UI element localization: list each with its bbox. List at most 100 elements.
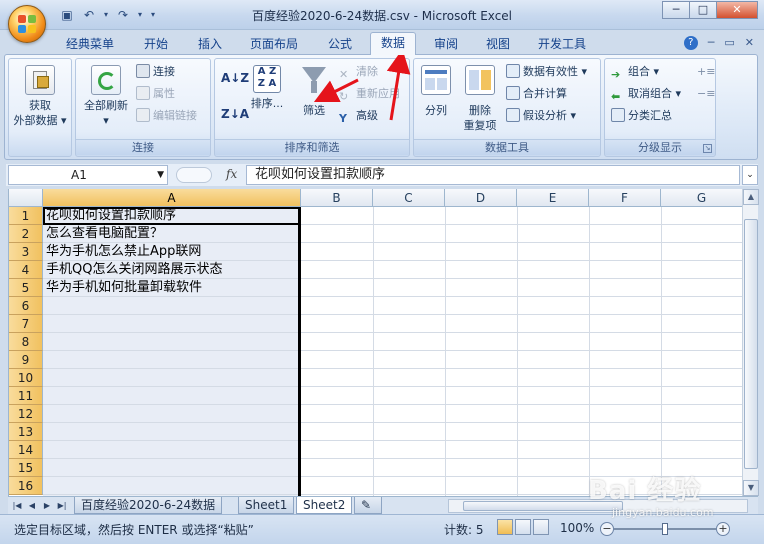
- subtotal-button[interactable]: 分类汇总: [611, 107, 672, 125]
- zoom-slider-knob[interactable]: [662, 523, 668, 535]
- zoom-out-icon[interactable]: −: [600, 522, 614, 536]
- tab-formulas[interactable]: 公式: [318, 34, 362, 54]
- column-header-d[interactable]: D: [445, 189, 517, 207]
- edit-links-button[interactable]: 编辑链接: [136, 107, 197, 125]
- column-header-c[interactable]: C: [373, 189, 445, 207]
- show-detail-icon[interactable]: +≡: [697, 63, 715, 81]
- normal-view-icon[interactable]: [497, 519, 513, 535]
- row-header[interactable]: 14: [9, 441, 43, 459]
- insert-function-icon[interactable]: fx: [226, 167, 237, 181]
- sheet-tab-sheet1[interactable]: Sheet1: [238, 497, 295, 514]
- get-external-data-button[interactable]: 获取 外部数据 ▾: [11, 65, 69, 128]
- formula-bar-splitter[interactable]: [176, 167, 212, 183]
- properties-button[interactable]: 属性: [136, 85, 175, 103]
- zoom-slider[interactable]: − +: [600, 522, 730, 536]
- tab-review[interactable]: 审阅: [424, 34, 468, 54]
- tab-view[interactable]: 视图: [476, 34, 520, 54]
- last-sheet-icon[interactable]: ▶|: [55, 498, 69, 513]
- expand-formula-bar-icon[interactable]: ⌄: [742, 165, 758, 185]
- help-icon[interactable]: ?: [683, 36, 698, 50]
- page-break-view-icon[interactable]: [533, 519, 549, 535]
- cell-a5[interactable]: 华为手机如何批量卸载软件: [46, 279, 202, 297]
- sort-az-icon[interactable]: A↓Z: [221, 69, 249, 87]
- tab-developer[interactable]: 开发工具: [530, 34, 594, 54]
- row-header[interactable]: 5: [9, 279, 43, 297]
- select-all-corner[interactable]: [9, 189, 43, 207]
- row-header[interactable]: 10: [9, 369, 43, 387]
- row-header[interactable]: 2: [9, 225, 43, 243]
- column-header-e[interactable]: E: [517, 189, 589, 207]
- group-button[interactable]: ➔ 组合 ▾: [611, 63, 659, 81]
- reapply-icon: ↻: [339, 90, 349, 103]
- cell-a4[interactable]: 手机QQ怎么关闭网路展示状态: [46, 261, 222, 279]
- sheet-tab-data[interactable]: 百度经验2020-6-24数据: [74, 497, 223, 514]
- vertical-scroll-thumb[interactable]: [744, 219, 758, 469]
- column-header-g[interactable]: G: [661, 189, 742, 207]
- name-box[interactable]: A1 ▼: [8, 165, 168, 185]
- cell-a3[interactable]: 华为手机怎么禁止App联网: [46, 243, 201, 261]
- column-header-f[interactable]: F: [589, 189, 661, 207]
- name-box-dropdown-icon[interactable]: ▼: [157, 166, 164, 184]
- column-header-a[interactable]: A: [43, 189, 301, 207]
- row-header[interactable]: 4: [9, 261, 43, 279]
- row-header[interactable]: 16: [9, 477, 43, 495]
- column-header-b[interactable]: B: [301, 189, 373, 207]
- maximize-button[interactable]: □: [689, 1, 717, 19]
- clear-button[interactable]: ✕ 清除: [339, 63, 378, 81]
- zoom-in-icon[interactable]: +: [716, 522, 730, 536]
- sort-button[interactable]: A ZZ A 排序...: [247, 65, 287, 111]
- data-validation-button[interactable]: 数据有效性 ▾: [506, 63, 587, 81]
- filter-button[interactable]: 筛选: [291, 65, 337, 118]
- row-header[interactable]: 12: [9, 405, 43, 423]
- sheet-tab-sheet2[interactable]: Sheet2: [296, 497, 353, 514]
- group-label-sort-filter: 排序和筛选: [215, 139, 409, 155]
- reapply-button[interactable]: ↻ 重新应用: [339, 85, 400, 103]
- refresh-all-button[interactable]: 全部刷新 ▾: [78, 65, 134, 128]
- tab-home[interactable]: 开始: [134, 34, 178, 54]
- ribbon-close-icon[interactable]: ✕: [745, 36, 754, 50]
- what-if-analysis-button[interactable]: 假设分析 ▾: [506, 107, 576, 125]
- row-header[interactable]: 3: [9, 243, 43, 261]
- row-header[interactable]: 15: [9, 459, 43, 477]
- tab-page-layout[interactable]: 页面布局: [242, 34, 306, 54]
- hide-detail-icon[interactable]: −≡: [697, 85, 715, 103]
- cell-a2[interactable]: 怎么查看电脑配置？: [46, 225, 163, 243]
- ribbon-restore-icon[interactable]: ▭: [724, 36, 734, 50]
- consolidate-button[interactable]: 合并计算: [506, 85, 567, 103]
- sort-za-icon[interactable]: Z↓A: [221, 105, 249, 123]
- scroll-up-icon[interactable]: ▲: [743, 189, 759, 205]
- scroll-down-icon[interactable]: ▼: [743, 480, 759, 496]
- row-header[interactable]: 9: [9, 351, 43, 369]
- worksheet-grid[interactable]: A B C D E F G 1 2 3 4 5 6 7 8 9 10 11 12…: [8, 189, 742, 496]
- vertical-scrollbar[interactable]: ▲ ▼: [742, 189, 759, 496]
- tab-insert[interactable]: 插入: [188, 34, 232, 54]
- row-header[interactable]: 7: [9, 315, 43, 333]
- page-layout-view-icon[interactable]: [515, 519, 531, 535]
- remove-duplicates-button[interactable]: 删除 重复项: [458, 65, 502, 133]
- row-header[interactable]: 11: [9, 387, 43, 405]
- office-button[interactable]: [8, 5, 46, 43]
- insert-sheet-icon[interactable]: ✎: [354, 497, 382, 514]
- minimize-button[interactable]: ─: [662, 1, 690, 19]
- row-header[interactable]: 8: [9, 333, 43, 351]
- tab-data[interactable]: 数据: [370, 32, 416, 55]
- ungroup-button[interactable]: ⬅ 取消组合 ▾: [611, 85, 681, 103]
- first-sheet-icon[interactable]: |◀: [10, 498, 24, 513]
- close-button[interactable]: ✕: [716, 1, 758, 19]
- connections-button[interactable]: 连接: [136, 63, 175, 81]
- text-to-columns-button[interactable]: 分列: [416, 65, 456, 118]
- row-header[interactable]: 13: [9, 423, 43, 441]
- prev-sheet-icon[interactable]: ◀: [25, 498, 39, 513]
- ribbon: 获取 外部数据 ▾ 全部刷新 ▾ 连接 属性 编辑链接 连接 A↓Z Z↓A A…: [4, 54, 758, 160]
- ribbon-minimize-icon[interactable]: ─: [708, 36, 715, 50]
- consolidate-icon: [506, 86, 520, 100]
- row-header[interactable]: 6: [9, 297, 43, 315]
- row-header[interactable]: 1: [9, 207, 43, 225]
- formula-input[interactable]: 花呗如何设置扣款顺序: [246, 165, 740, 185]
- baidu-watermark-url: jingyan.baidu.com: [612, 506, 714, 519]
- tab-classic-menu[interactable]: 经典菜单: [56, 34, 124, 54]
- next-sheet-icon[interactable]: ▶: [40, 498, 54, 513]
- zoom-level[interactable]: 100%: [560, 521, 594, 535]
- advanced-button[interactable]: Y 高级: [339, 107, 378, 125]
- dialog-launcher-icon[interactable]: ↘: [703, 144, 712, 153]
